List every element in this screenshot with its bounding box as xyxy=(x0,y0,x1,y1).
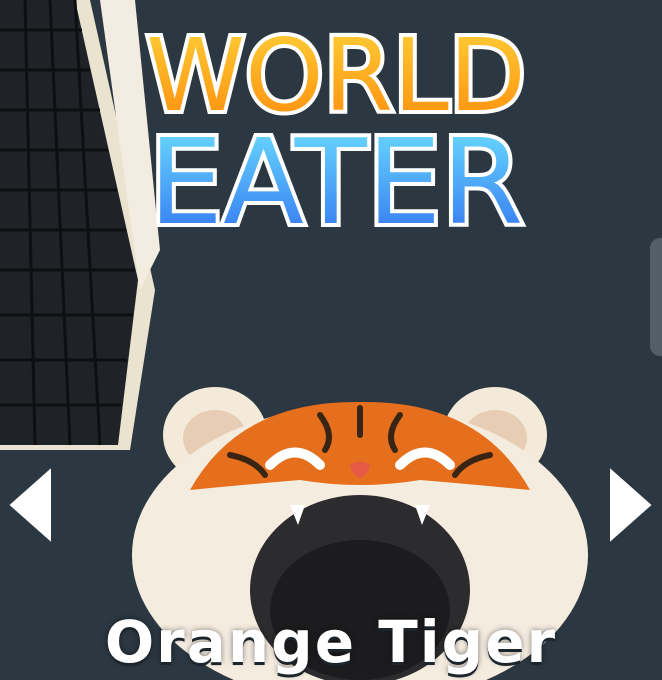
side-menu-tab[interactable] xyxy=(650,238,662,356)
next-character-button[interactable] xyxy=(603,462,659,548)
game-title-logo: WORLD EATER xyxy=(142,18,530,238)
prev-character-button[interactable] xyxy=(2,462,58,548)
triangle-left-icon xyxy=(6,463,53,547)
character-name: Orange Tiger xyxy=(104,608,558,676)
game-scene: WORLD EATER Orange Tiger xyxy=(0,0,662,680)
triangle-right-icon xyxy=(608,463,655,547)
title-line2: EATER xyxy=(149,113,524,238)
